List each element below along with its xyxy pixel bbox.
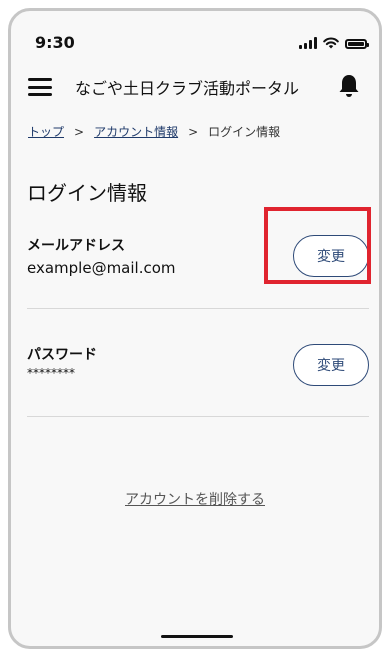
wifi-icon [323, 37, 339, 49]
breadcrumb: トップ > アカウント情報 > ログイン情報 [28, 123, 280, 140]
breadcrumb-separator: > [74, 124, 85, 139]
change-password-button[interactable]: 変更 [293, 344, 369, 386]
notification-bell-icon[interactable] [337, 73, 361, 99]
signal-icon [299, 37, 317, 49]
breadcrumb-current: ログイン情報 [208, 125, 281, 139]
breadcrumb-account-link[interactable]: アカウント情報 [94, 123, 178, 140]
app-bar: なごや土日クラブ活動ポータル [11, 71, 379, 111]
status-icons [299, 37, 369, 49]
breadcrumb-top-link[interactable]: トップ [28, 123, 64, 140]
app-title: なごや土日クラブ活動ポータル [75, 79, 300, 98]
breadcrumb-separator: > [188, 124, 199, 139]
device-frame: 9:30 なごや土日クラブ活動ポータル トップ > アカウント情報 > ログイン… [0, 0, 391, 656]
home-indicator [161, 635, 233, 638]
status-bar: 9:30 [11, 11, 379, 63]
phone-screen: 9:30 なごや土日クラブ活動ポータル トップ > アカウント情報 > ログイン… [8, 8, 382, 649]
delete-account-link[interactable]: アカウントを削除する [11, 489, 379, 509]
password-row: パスワード ******** 変更 [27, 344, 369, 394]
divider [27, 308, 369, 309]
highlight-box [264, 207, 371, 284]
status-time: 9:30 [35, 33, 75, 52]
divider [27, 416, 369, 417]
hamburger-menu-icon[interactable] [28, 78, 52, 96]
battery-icon [345, 39, 369, 49]
page-title: ログイン情報 [27, 181, 147, 205]
